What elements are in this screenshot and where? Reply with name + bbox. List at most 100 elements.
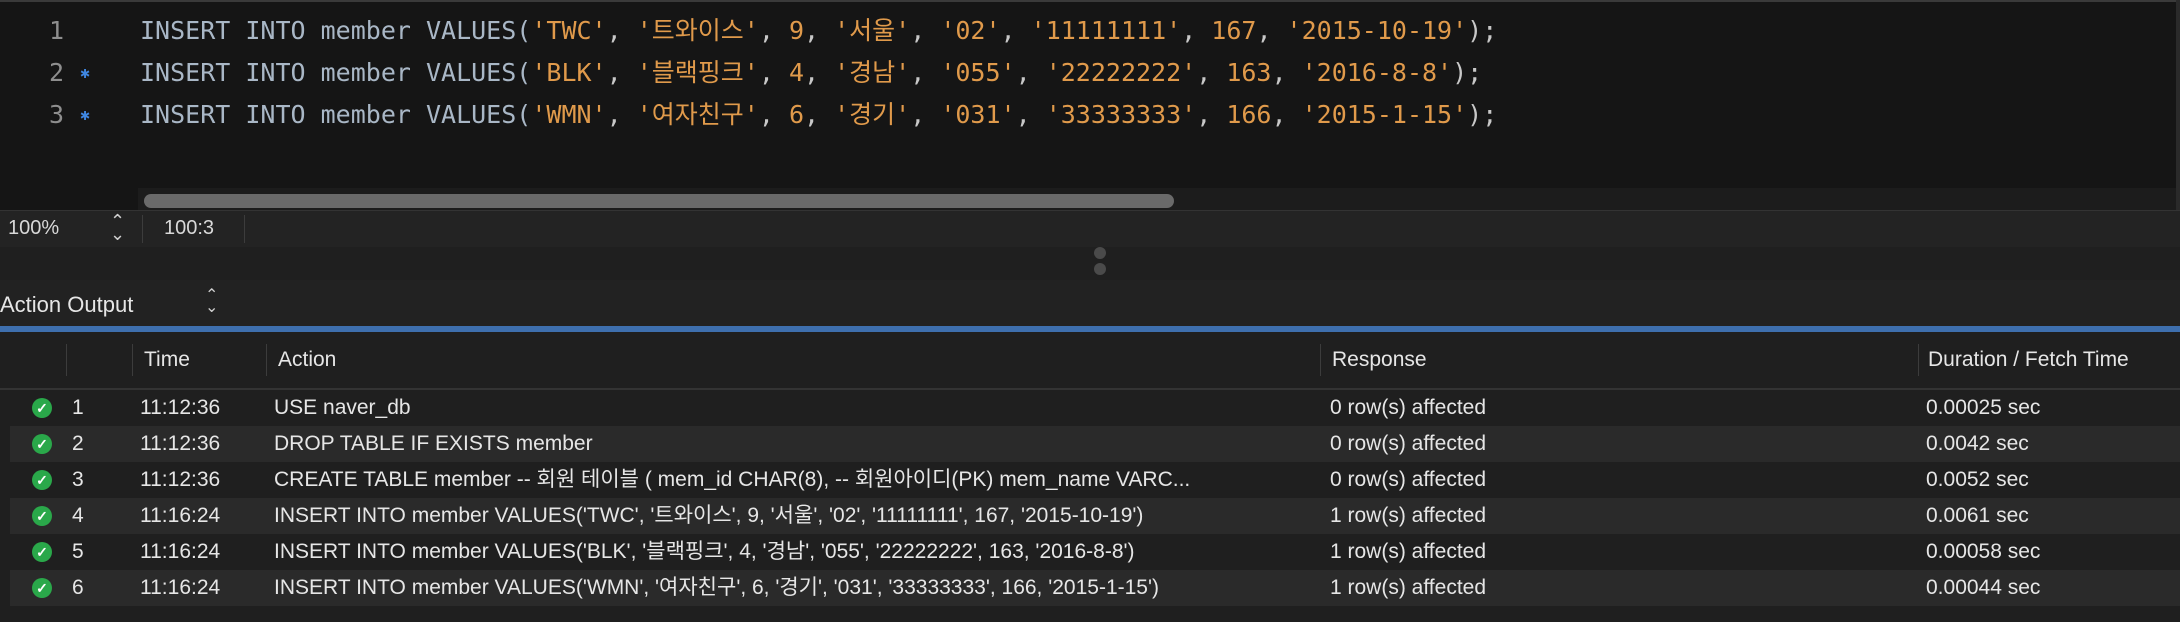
success-check-icon: ✓: [32, 470, 52, 490]
table-row[interactable]: ✓ 4 11:16:24 INSERT INTO member VALUES('TWC…: [10, 498, 2180, 534]
code-token: ,: [910, 16, 941, 45]
row-action: CREATE TABLE member -- 회원 테이블 ( mem_id C…: [274, 468, 1191, 491]
success-check-icon: ✓: [32, 506, 52, 526]
output-panel-header: Action Output ⌃ ⌄: [0, 280, 2180, 326]
code-token: ,: [1015, 58, 1046, 87]
column-separator[interactable]: [132, 344, 133, 376]
row-response: 1 row(s) affected: [1330, 540, 1487, 563]
splitter-grip-icon[interactable]: [1094, 263, 1106, 275]
column-separator[interactable]: [1320, 344, 1321, 376]
chevron-updown-icon[interactable]: ⌃ ⌄: [205, 288, 218, 316]
modified-marker-icon: ✱: [80, 105, 90, 124]
table-row[interactable]: ✓ 6 11:16:24 INSERT INTO member VALUES('WMN…: [10, 570, 2180, 606]
code-line[interactable]: 3 ✱ INSERT INTO member VALUES('WMN', '여자친구…: [0, 94, 2170, 136]
editor-edge: [2176, 0, 2180, 220]
line-number: 1: [48, 16, 64, 45]
code-token: ,: [1256, 16, 1287, 45]
row-action: INSERT INTO member VALUES('TWC', '트와이스',…: [274, 504, 1144, 527]
string-literal: '055': [940, 58, 1016, 87]
code-token: ,: [606, 16, 637, 45]
table-header: Time Action Response Duration / Fetch Ti…: [0, 332, 2180, 390]
zoom-level[interactable]: 100%: [8, 217, 59, 240]
code-line[interactable]: 1 INSERT INTO member VALUES('TWC', '트와이스'…: [0, 10, 2170, 52]
code-text[interactable]: INSERT INTO member VALUES('BLK', '블랙핑크',…: [140, 52, 1482, 94]
row-time: 11:12:36: [140, 432, 221, 455]
row-number: 1: [72, 396, 84, 419]
row-time: 11:12:36: [140, 396, 221, 419]
string-literal: '22222222': [1045, 58, 1197, 87]
row-time: 11:12:36: [140, 468, 221, 491]
row-action: INSERT INTO member VALUES('WMN', '여자친구',…: [274, 576, 1159, 599]
code-token: ,: [804, 100, 835, 129]
action-output-table: Time Action Response Duration / Fetch Ti…: [0, 332, 2180, 622]
modified-marker-icon: ✱: [80, 63, 90, 82]
code-token: INSERT INTO member VALUES(: [140, 100, 532, 129]
code-text[interactable]: INSERT INTO member VALUES('TWC', '트와이스',…: [140, 10, 1497, 52]
row-response: 1 row(s) affected: [1330, 504, 1487, 527]
code-token: ,: [758, 16, 789, 45]
row-time: 11:16:24: [140, 576, 221, 599]
string-literal: '031': [940, 100, 1016, 129]
row-response: 0 row(s) affected: [1330, 432, 1487, 455]
row-duration: 0.00044 sec: [1926, 576, 2041, 599]
editor-status-bar: 100% ⌃ ⌄ 100:3: [0, 210, 2180, 248]
table-row[interactable]: ✓ 5 11:16:24 INSERT INTO member VALUES('BLK…: [10, 534, 2180, 570]
string-literal: '서울': [834, 16, 911, 45]
row-action: INSERT INTO member VALUES('BLK', '블랙핑크',…: [274, 540, 1135, 563]
code-line[interactable]: 2 ✱ INSERT INTO member VALUES('BLK', '블랙핑크…: [0, 52, 2170, 94]
string-literal: '2015-10-19': [1286, 16, 1468, 45]
string-literal: 'BLK': [531, 58, 607, 87]
column-header-time[interactable]: Time: [144, 348, 190, 372]
code-token: INSERT INTO member VALUES(: [140, 16, 532, 45]
output-type-select[interactable]: Action Output: [0, 292, 133, 318]
row-duration: 0.0052 sec: [1926, 468, 2029, 491]
string-literal: '2016-8-8': [1301, 58, 1453, 87]
code-text[interactable]: INSERT INTO member VALUES('WMN', '여자친구',…: [140, 94, 1497, 136]
column-separator[interactable]: [66, 344, 67, 376]
success-check-icon: ✓: [32, 434, 52, 454]
string-literal: '여자친구': [636, 100, 759, 129]
horizontal-scrollbar-thumb[interactable]: [144, 194, 1174, 208]
table-row[interactable]: ✓ 3 11:12:36 CREATE TABLE member -- 회원 테이블 …: [10, 462, 2180, 498]
row-number: 6: [72, 576, 84, 599]
code-token: ,: [1015, 100, 1046, 129]
row-number: 4: [72, 504, 84, 527]
table-row[interactable]: ✓ 1 11:12:36 USE naver_db 0 row(s) affected 0…: [10, 390, 2180, 426]
column-separator[interactable]: [266, 344, 267, 376]
row-number: 3: [72, 468, 84, 491]
column-header-action[interactable]: Action: [278, 348, 336, 372]
table-row[interactable]: ✓ 2 11:12:36 DROP TABLE IF EXISTS member 0 r…: [10, 426, 2180, 462]
code-token: );: [1452, 58, 1483, 87]
code-token: ,: [1271, 58, 1302, 87]
code-token: ,: [1181, 16, 1212, 45]
string-literal: '경기': [834, 100, 911, 129]
zoom-stepper-icon[interactable]: ⌃ ⌄: [110, 212, 125, 243]
row-number: 5: [72, 540, 84, 563]
column-header-duration[interactable]: Duration / Fetch Time: [1928, 348, 2129, 372]
row-action: DROP TABLE IF EXISTS member: [274, 432, 593, 455]
panel-splitter[interactable]: [0, 247, 2180, 280]
column-header-response[interactable]: Response: [1332, 348, 1427, 372]
success-check-icon: ✓: [32, 542, 52, 562]
row-response: 0 row(s) affected: [1330, 468, 1487, 491]
string-literal: '11111111': [1030, 16, 1182, 45]
row-duration: 0.00025 sec: [1926, 396, 2041, 419]
string-literal: 'WMN': [531, 100, 607, 129]
number-literal: 4: [788, 58, 804, 87]
code-token: ,: [910, 58, 941, 87]
row-response: 1 row(s) affected: [1330, 576, 1487, 599]
code-token: ,: [804, 16, 835, 45]
sql-editor[interactable]: 1 INSERT INTO member VALUES('TWC', '트와이스'…: [0, 0, 2180, 212]
string-literal: '02': [940, 16, 1001, 45]
string-literal: '트와이스': [636, 16, 759, 45]
code-token: ,: [1271, 100, 1302, 129]
code-token: ,: [758, 100, 789, 129]
row-duration: 0.0042 sec: [1926, 432, 2029, 455]
row-number: 2: [72, 432, 84, 455]
cursor-position: 100:3: [164, 217, 215, 239]
status-separator: [244, 215, 245, 243]
column-separator[interactable]: [1918, 344, 1919, 376]
splitter-grip-icon[interactable]: [1094, 247, 1106, 259]
code-token: ,: [1196, 58, 1227, 87]
success-check-icon: ✓: [32, 578, 52, 598]
